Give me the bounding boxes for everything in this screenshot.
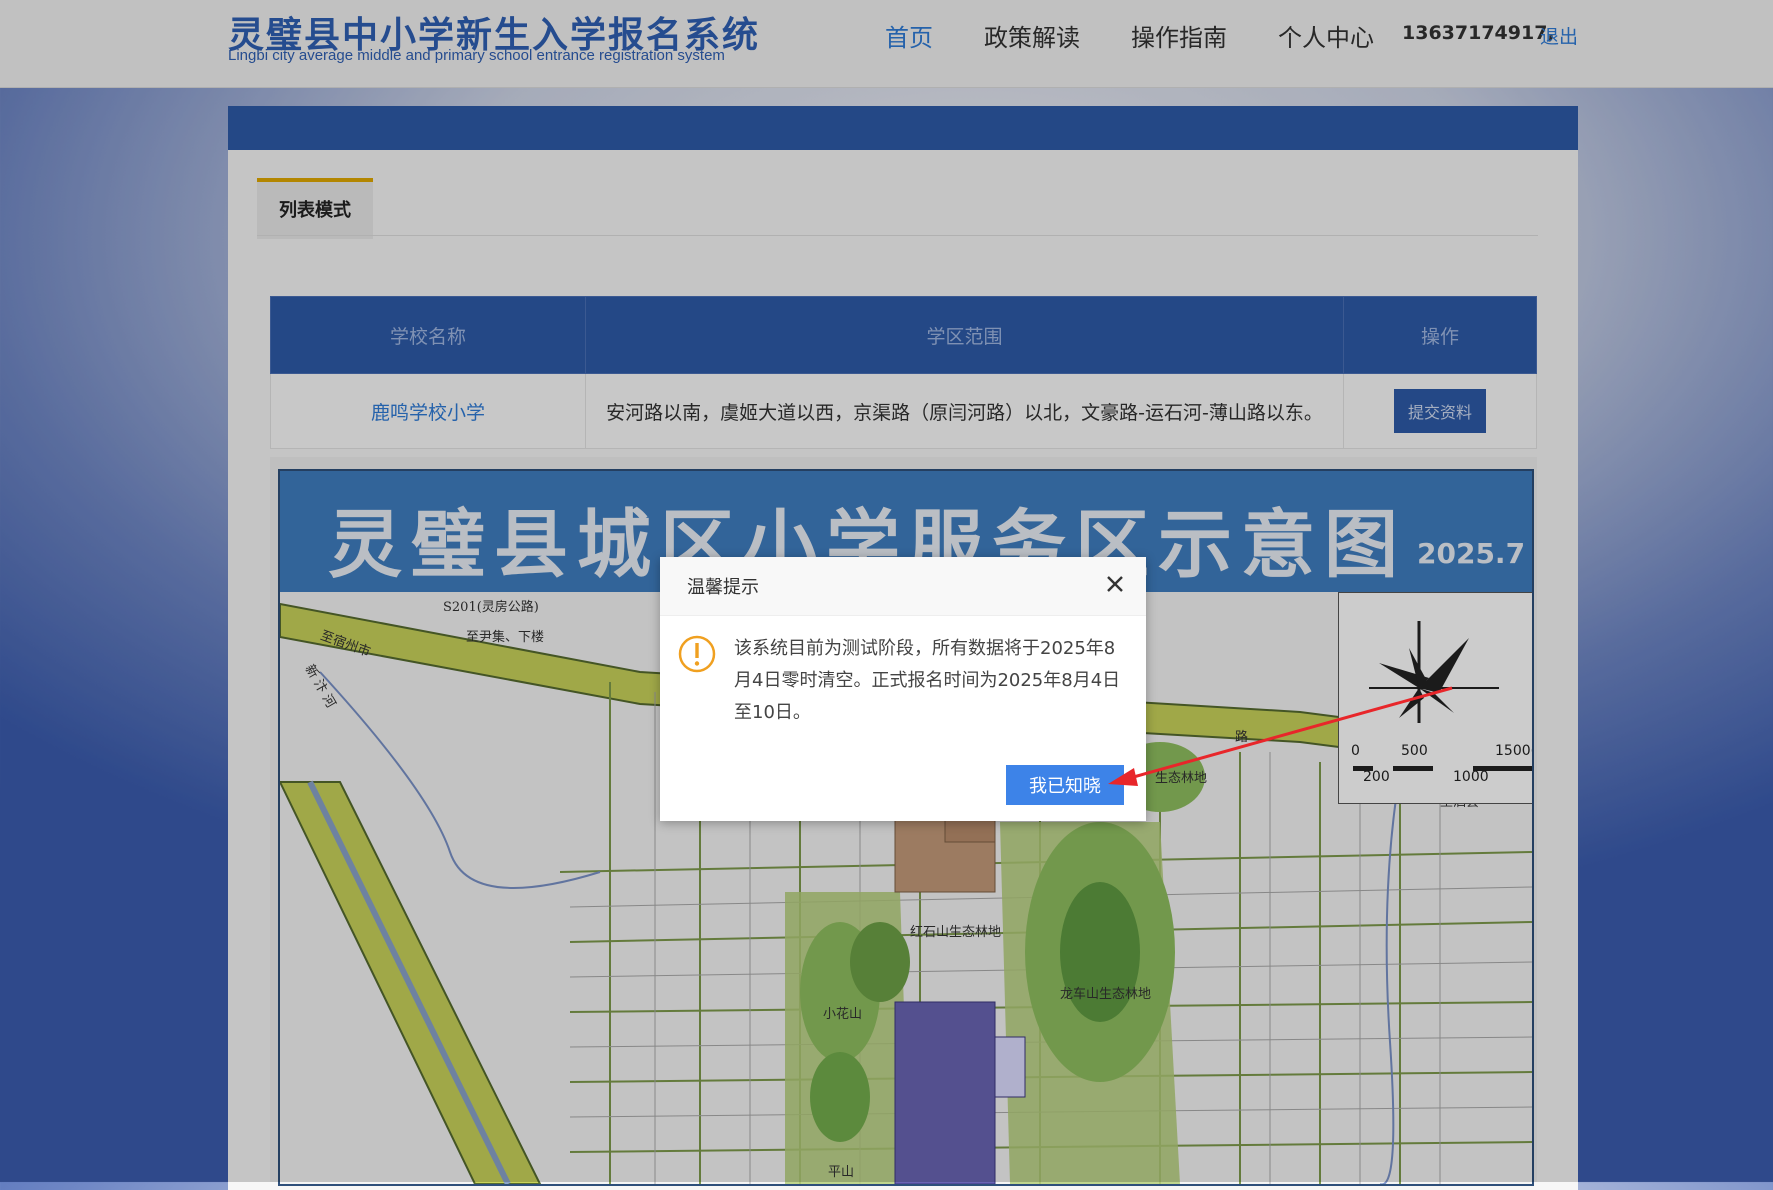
dialog-message: 该系统目前为测试阶段，所有数据将于2025年8月4日零时清空。正式报名时间为20… bbox=[734, 638, 1121, 723]
notice-dialog: 温馨提示 该系统目前为测试阶段，所有数据将于2025年8月4日零时清空。正式报名… bbox=[660, 557, 1146, 821]
warning-icon bbox=[678, 635, 716, 673]
dialog-header: 温馨提示 bbox=[660, 557, 1146, 616]
acknowledge-button[interactable]: 我已知晓 bbox=[1006, 765, 1124, 805]
dialog-title: 温馨提示 bbox=[687, 577, 759, 598]
close-icon[interactable] bbox=[1100, 569, 1130, 599]
